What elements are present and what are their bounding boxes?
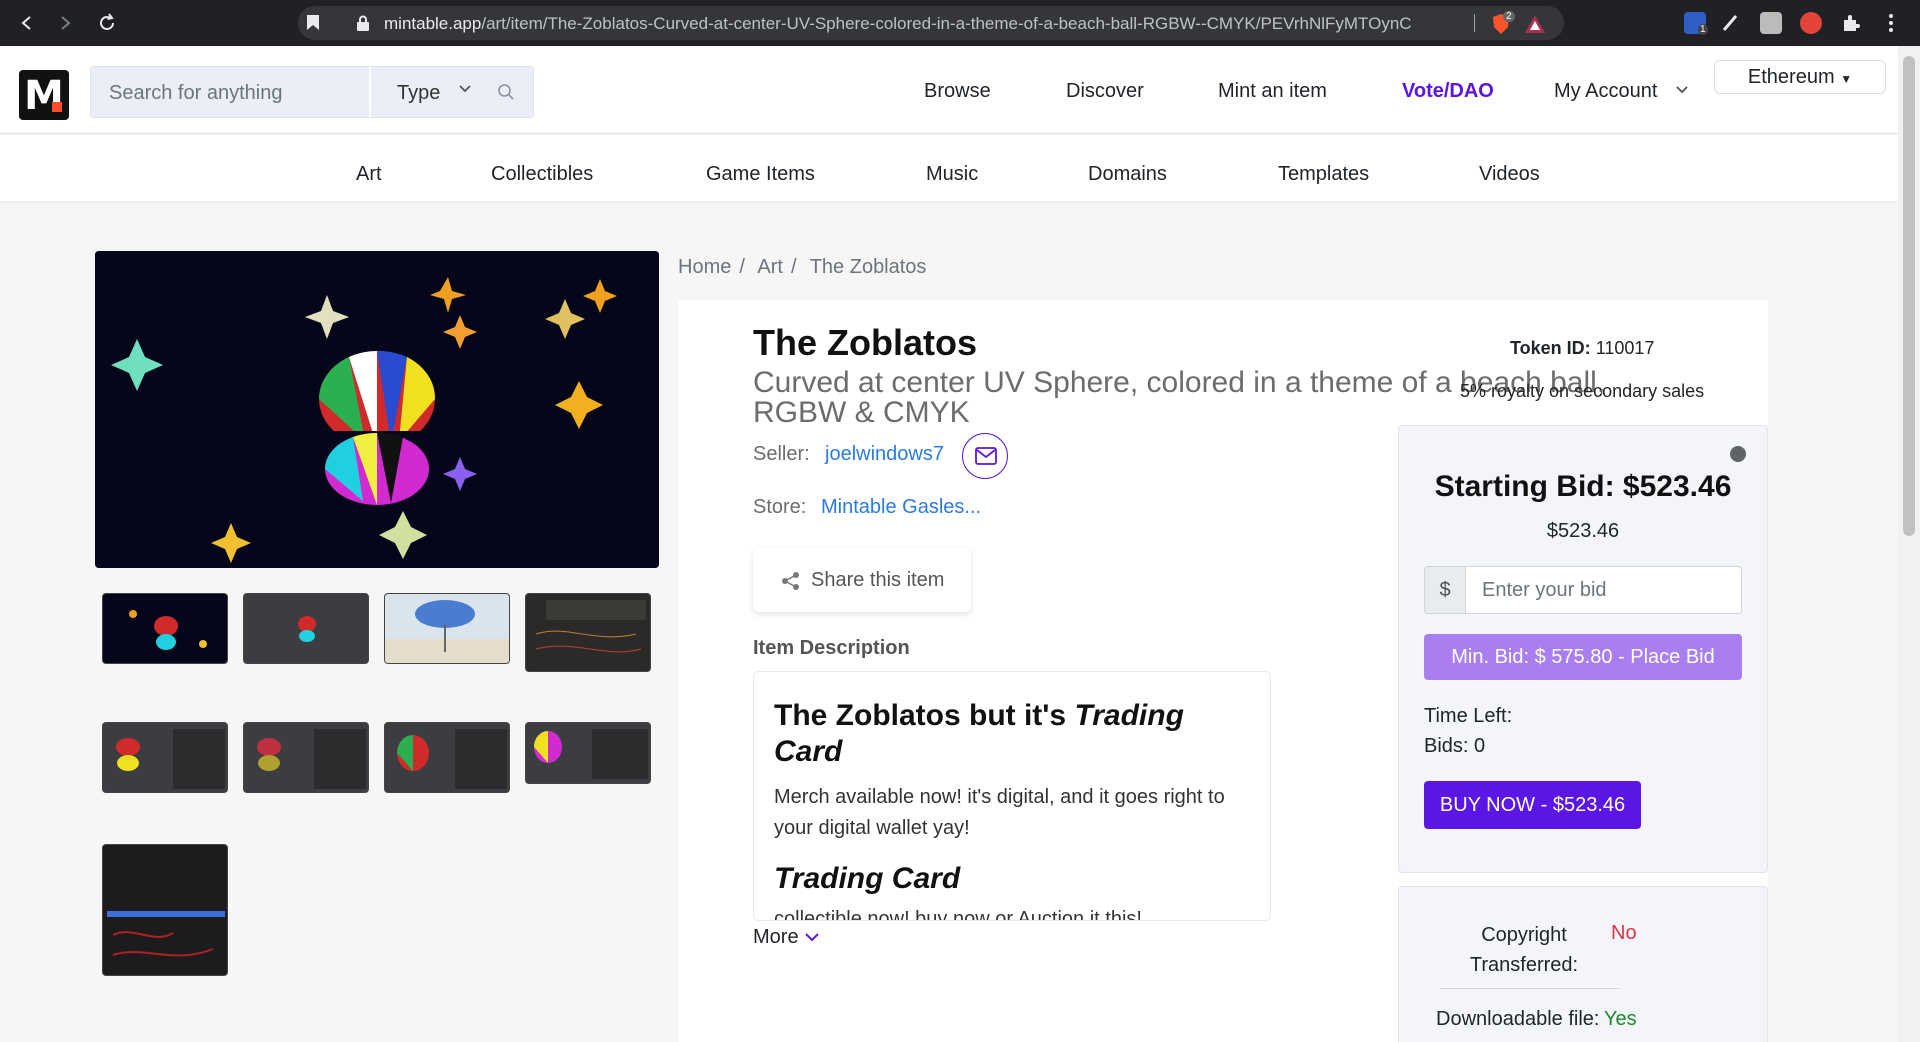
account-chevron-down-icon[interactable] <box>1674 82 1690 98</box>
breadcrumb-current: The Zoblatos <box>809 256 927 278</box>
scrollbar-thumb[interactable] <box>1903 56 1915 536</box>
extension-badge: 1 <box>1698 24 1708 35</box>
thumbnail-3[interactable] <box>384 593 510 664</box>
copyright-label: Copyright Transferred: <box>1469 924 1579 976</box>
bid-count: Bids: 0 <box>1424 735 1486 757</box>
mail-icon <box>975 447 997 465</box>
category-domains[interactable]: Domains <box>1088 163 1167 186</box>
mintable-logo[interactable]: M <box>19 70 69 120</box>
token-id: Token ID: 110017 <box>1510 338 1655 358</box>
downloadable-value: Yes <box>1604 1008 1637 1030</box>
url-text[interactable]: mintable.app/art/item/The-Zoblatos-Curve… <box>384 14 1424 34</box>
nav-discover[interactable]: Discover <box>1066 80 1144 103</box>
bid-input[interactable]: Enter your bid <box>1466 566 1742 614</box>
thumbnail-4[interactable] <box>525 593 651 672</box>
thumbnail-8[interactable] <box>525 722 651 784</box>
brave-rewards-icon[interactable] <box>1524 14 1546 39</box>
reload-icon[interactable] <box>96 12 118 34</box>
category-music[interactable]: Music <box>926 163 978 186</box>
description-subtitle: Trading Card <box>774 862 961 895</box>
buy-now-button[interactable]: BUY NOW - $523.46 <box>1424 781 1641 829</box>
share-icon <box>782 572 799 590</box>
description-body-2: collectible now! buy now or Auction it t… <box>774 908 1142 921</box>
bookmark-icon[interactable] <box>306 14 320 31</box>
copyright-value: No <box>1611 922 1637 944</box>
search-input[interactable]: Search for anything <box>109 82 282 105</box>
time-left: Time Left: <box>1424 705 1513 727</box>
extension-s-icon[interactable] <box>1800 12 1822 34</box>
extension-square-icon[interactable] <box>1760 12 1782 34</box>
breadcrumb-art[interactable]: Art <box>757 256 783 278</box>
info-divider <box>1440 988 1620 989</box>
description-body: Merch available now! it's digital, and i… <box>774 786 1225 839</box>
category-collectibles[interactable]: Collectibles <box>491 163 593 186</box>
thumbnail-5[interactable] <box>102 722 228 793</box>
place-bid-button[interactable]: Min. Bid: $ 575.80 - Place Bid <box>1424 634 1742 680</box>
description-box: The Zoblatos but it's Trading Card Merch… <box>753 671 1271 921</box>
starting-bid: Starting Bid: $523.46 <box>1434 470 1732 503</box>
message-seller-button[interactable] <box>962 433 1008 479</box>
description-title: The Zoblatos but it's Trading Card <box>774 699 1184 768</box>
main-item-image[interactable] <box>95 251 659 568</box>
store-label: Store: <box>753 496 807 518</box>
more-toggle[interactable]: More <box>753 926 819 949</box>
category-art[interactable]: Art <box>356 163 382 186</box>
thumbnail-7[interactable] <box>384 722 510 793</box>
thumbnail-9[interactable] <box>102 844 228 976</box>
seller-link[interactable]: joelwindows7 <box>825 443 944 466</box>
store-link[interactable]: Mintable Gasles... <box>821 496 981 519</box>
chevron-down-icon[interactable] <box>457 81 473 97</box>
network-dropdown[interactable]: Ethereum ▼ <box>1714 60 1886 94</box>
category-templates[interactable]: Templates <box>1278 163 1369 186</box>
nav-browse[interactable]: Browse <box>924 80 991 103</box>
royalty-text: 5% royalty on secondary sales <box>1460 381 1705 401</box>
chevron-down-icon <box>805 933 819 942</box>
nav-vote-dao[interactable]: Vote/DAO <box>1402 80 1494 103</box>
nav-mint[interactable]: Mint an item <box>1218 80 1327 103</box>
back-icon[interactable] <box>16 12 38 34</box>
currency-prefix: $ <box>1424 566 1466 614</box>
forward-icon[interactable] <box>54 12 76 34</box>
search-icon[interactable] <box>497 83 515 101</box>
thumbnail-2[interactable] <box>243 593 369 664</box>
browser-menu-icon[interactable] <box>1880 12 1902 34</box>
share-button[interactable]: Share this item <box>753 548 971 612</box>
category-game-items[interactable]: Game Items <box>706 163 815 186</box>
downloadable-label: Downloadable file: <box>1436 1008 1600 1030</box>
extensions-puzzle-icon[interactable] <box>1840 12 1862 34</box>
browser-toolbar: mintable.app/art/item/The-Zoblatos-Curve… <box>0 0 1920 46</box>
breadcrumb-home[interactable]: Home <box>678 256 731 278</box>
status-dot-icon <box>1730 446 1746 462</box>
search-bar: Search for anything Type <box>90 66 534 118</box>
bitwarden-icon[interactable]: 1 <box>1684 12 1708 35</box>
description-heading: Item Description <box>753 637 910 659</box>
site-header: M Search for anything Type Browse Discov… <box>0 46 1898 134</box>
nav-my-account[interactable]: My Account <box>1554 80 1657 103</box>
category-nav: Art Collectibles Game Items Music Domain… <box>0 135 1898 201</box>
caret-down-icon: ▼ <box>1840 72 1853 86</box>
brave-shield-icon[interactable]: 2 <box>1490 11 1515 35</box>
starting-bid-value: $523.46 <box>1546 520 1620 542</box>
breadcrumb: Home / Art / The Zoblatos <box>678 256 927 278</box>
seller-label: Seller: <box>753 443 810 465</box>
category-videos[interactable]: Videos <box>1479 163 1540 186</box>
bid-input-group: $ Enter your bid <box>1424 566 1742 614</box>
lock-icon[interactable] <box>356 15 370 31</box>
item-title: The Zoblatos <box>753 322 977 363</box>
address-bar[interactable]: mintable.app/art/item/The-Zoblatos-Curve… <box>298 6 1564 40</box>
url-separator <box>1474 14 1475 32</box>
thumbnail-6[interactable] <box>243 722 369 793</box>
extension-feather-icon[interactable] <box>1720 12 1742 34</box>
brave-badge: 2 <box>1503 11 1515 22</box>
thumbnail-1[interactable] <box>102 593 228 664</box>
type-dropdown[interactable]: Type <box>397 82 440 105</box>
